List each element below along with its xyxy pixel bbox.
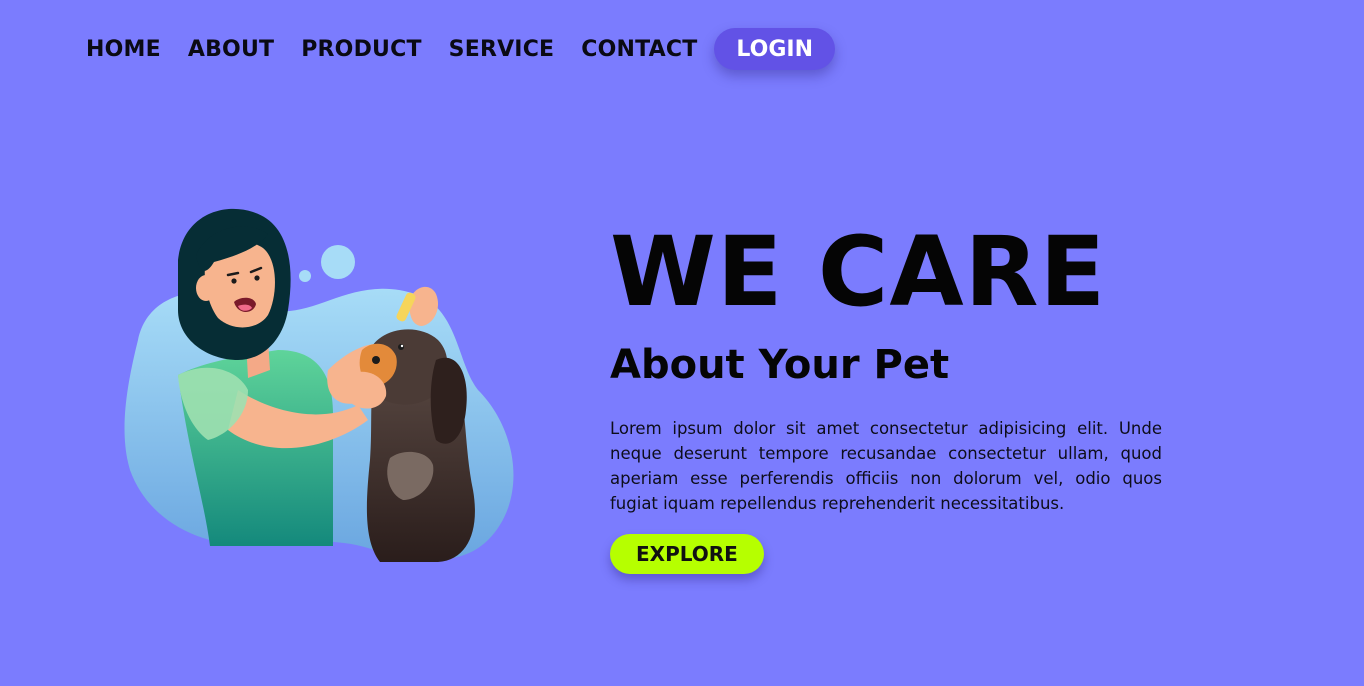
- vet-dog-illustration: [124, 208, 514, 562]
- bubble-small: [299, 270, 311, 282]
- bubble-large: [321, 245, 355, 279]
- hero-description: Lorem ipsum dolor sit amet consectetur a…: [610, 419, 1162, 513]
- pet-care-illustration: [118, 200, 528, 572]
- nav-link-service[interactable]: SERVICE: [449, 37, 555, 62]
- login-button[interactable]: LOGIN: [714, 28, 836, 70]
- hero-title: WE CARE: [610, 216, 1107, 328]
- nav-link-about[interactable]: ABOUT: [188, 37, 274, 62]
- hero-subtitle: About Your Pet: [610, 342, 950, 388]
- hero-section: WE CARE About Your Pet Lorem ipsum dolor…: [610, 220, 1162, 574]
- nav-link-product[interactable]: PRODUCT: [301, 37, 421, 62]
- nav-link-home[interactable]: HOME: [86, 37, 161, 62]
- nav-link-contact[interactable]: CONTACT: [581, 37, 697, 62]
- main-nav: HOME ABOUT PRODUCT SERVICE CONTACT LOGIN: [86, 28, 836, 70]
- explore-button[interactable]: EXPLORE: [610, 534, 764, 574]
